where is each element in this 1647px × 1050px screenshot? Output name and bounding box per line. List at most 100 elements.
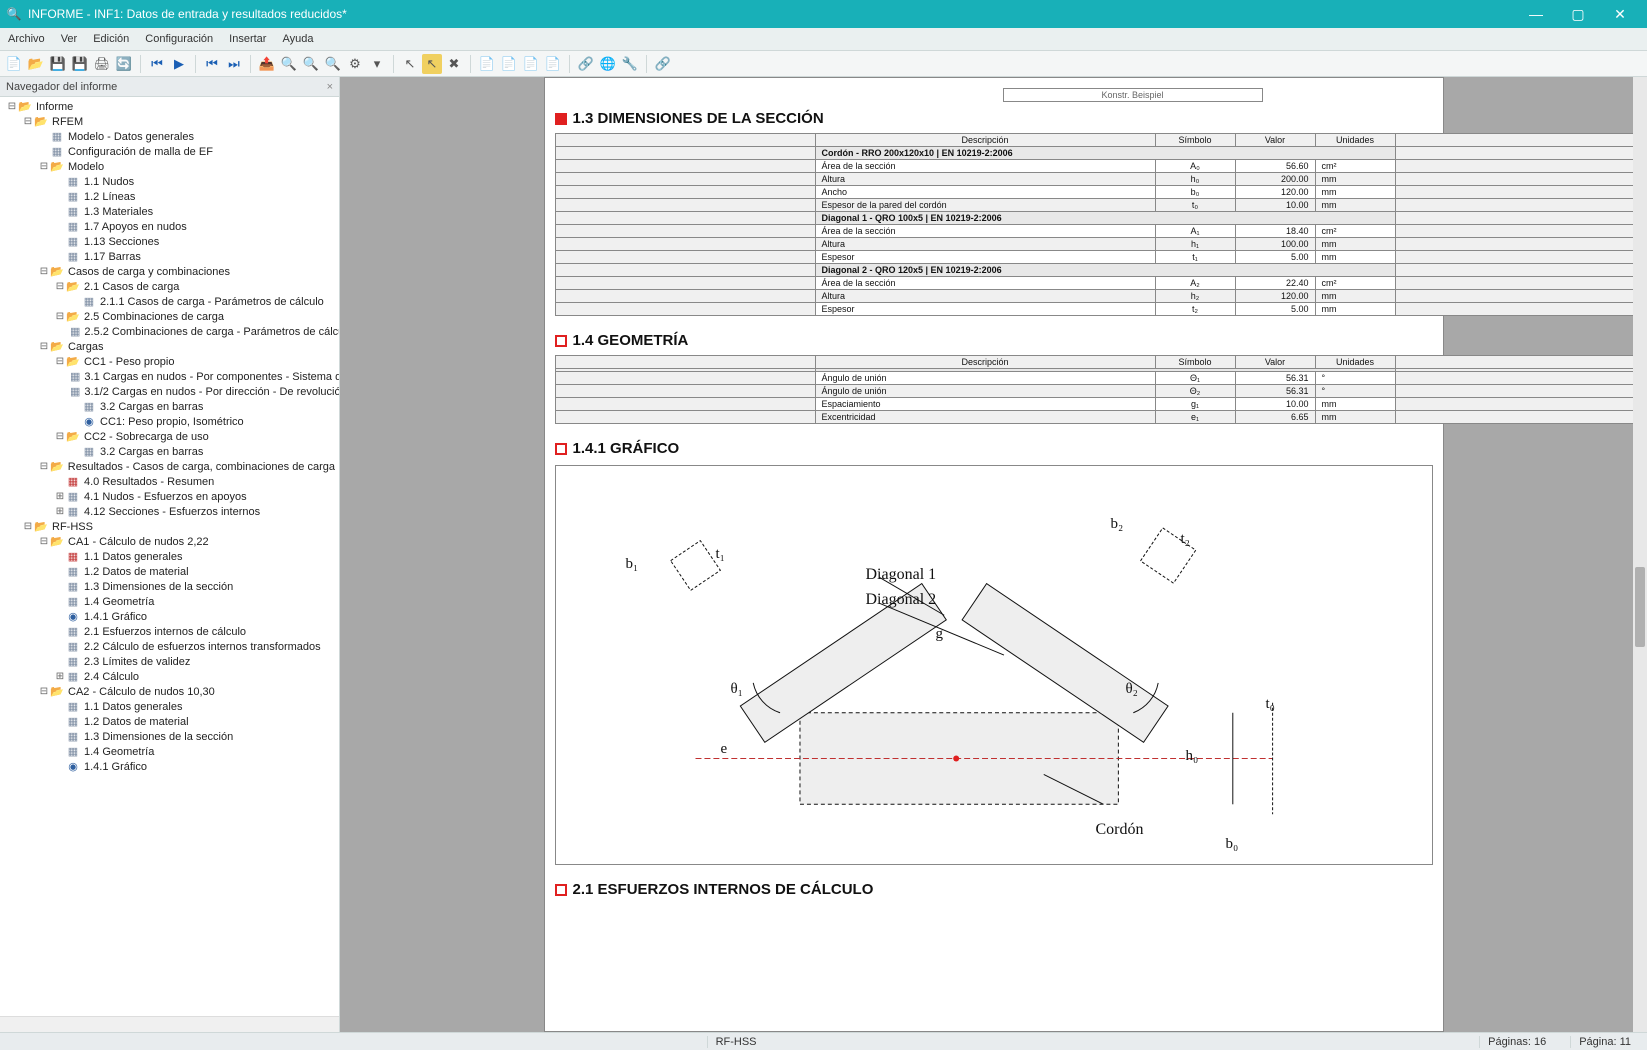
navigator-close-icon[interactable]: ×: [327, 81, 333, 93]
tree-item[interactable]: ▦2.3 Límites de validez: [0, 654, 339, 669]
tree-twisty-icon[interactable]: ⊟: [38, 536, 50, 547]
tree-item[interactable]: ⊟📂CA1 - Cálculo de nudos 2,22: [0, 534, 339, 549]
tree-item[interactable]: ▦Modelo - Datos generales: [0, 129, 339, 144]
menu-insertar[interactable]: Insertar: [221, 28, 274, 50]
tree-item[interactable]: ⊟📂2.5 Combinaciones de carga: [0, 309, 339, 324]
menu-configuracion[interactable]: Configuración: [137, 28, 221, 50]
save-icon[interactable]: 💾: [48, 54, 68, 74]
zoom-fit-icon[interactable]: 🔍: [279, 54, 299, 74]
tree-item[interactable]: ▦Configuración de malla de EF: [0, 144, 339, 159]
highlight-icon[interactable]: ↖: [422, 54, 442, 74]
viewer-vscroll[interactable]: [1633, 77, 1647, 1032]
menu-ayuda[interactable]: Ayuda: [274, 28, 321, 50]
zoom-in-icon[interactable]: 🔍: [323, 54, 343, 74]
gear-icon[interactable]: ⚙: [345, 54, 365, 74]
close-button[interactable]: ✕: [1599, 0, 1641, 28]
tree-item[interactable]: ▦3.2 Cargas en barras: [0, 399, 339, 414]
remove-icon[interactable]: ✖: [444, 54, 464, 74]
tree-item[interactable]: ⊞▦2.4 Cálculo: [0, 669, 339, 684]
menu-ver[interactable]: Ver: [53, 28, 86, 50]
tree-item[interactable]: ▦1.3 Dimensiones de la sección: [0, 729, 339, 744]
page-first-icon[interactable]: ⏮: [202, 54, 222, 74]
tree-twisty-icon[interactable]: ⊟: [22, 521, 34, 532]
tree-twisty-icon[interactable]: ⊞: [54, 506, 66, 517]
tree-item[interactable]: ⊟📂Resultados - Casos de carga, combinaci…: [0, 459, 339, 474]
select-icon[interactable]: ↖: [400, 54, 420, 74]
tree-item[interactable]: ▦3.1/2 Cargas en nudos - Por dirección -…: [0, 384, 339, 399]
navigator-tree[interactable]: ⊟📂Informe⊟📂RFEM▦Modelo - Datos generales…: [0, 97, 339, 1016]
tree-twisty-icon[interactable]: ⊟: [38, 266, 50, 277]
tree-twisty-icon[interactable]: ⊟: [38, 461, 50, 472]
tree-item[interactable]: ⊟📂CC1 - Peso propio: [0, 354, 339, 369]
tree-twisty-icon[interactable]: ⊟: [6, 101, 18, 112]
tree-item[interactable]: ▦1.7 Apoyos en nudos: [0, 219, 339, 234]
tree-item[interactable]: ⊞▦4.12 Secciones - Esfuerzos internos: [0, 504, 339, 519]
menu-edicion[interactable]: Edición: [85, 28, 137, 50]
doc4-icon[interactable]: 📄: [543, 54, 563, 74]
tree-item[interactable]: ⊟📂Informe: [0, 99, 339, 114]
tree-item[interactable]: ▦3.1 Cargas en nudos - Por componentes -…: [0, 369, 339, 384]
tree-item[interactable]: ▦1.1 Datos generales: [0, 549, 339, 564]
tree-item[interactable]: ⊞▦4.1 Nudos - Esfuerzos en apoyos: [0, 489, 339, 504]
zoom-out-icon[interactable]: 🔍: [301, 54, 321, 74]
link-icon[interactable]: 🔗: [576, 54, 596, 74]
doc3-icon[interactable]: 📄: [521, 54, 541, 74]
tree-item[interactable]: ⊟📂RF-HSS: [0, 519, 339, 534]
menu-archivo[interactable]: Archivo: [0, 28, 53, 50]
tree-item[interactable]: ▦1.2 Datos de material: [0, 564, 339, 579]
doc2-icon[interactable]: 📄: [499, 54, 519, 74]
tree-item[interactable]: ▦1.2 Datos de material: [0, 714, 339, 729]
navigator-hscroll[interactable]: [0, 1016, 339, 1032]
tree-item[interactable]: ▦1.4 Geometría: [0, 594, 339, 609]
tree-item[interactable]: ⊟📂Modelo: [0, 159, 339, 174]
new-icon[interactable]: 📄: [4, 54, 24, 74]
tree-item[interactable]: ⊟📂CC2 - Sobrecarga de uso: [0, 429, 339, 444]
tree-twisty-icon[interactable]: ⊞: [54, 491, 66, 502]
saveas-icon[interactable]: 💾: [70, 54, 90, 74]
tree-item[interactable]: ▦3.2 Cargas en barras: [0, 444, 339, 459]
tree-item[interactable]: ⊟📂2.1 Casos de carga: [0, 279, 339, 294]
tree-item[interactable]: ▦2.1 Esfuerzos internos de cálculo: [0, 624, 339, 639]
tree-twisty-icon[interactable]: ⊟: [38, 161, 50, 172]
misc-icon[interactable]: 🔧: [620, 54, 640, 74]
tree-twisty-icon[interactable]: ⊞: [54, 671, 66, 682]
breaklink-icon[interactable]: 🔗: [653, 54, 673, 74]
tree-item[interactable]: ◉CC1: Peso propio, Isométrico: [0, 414, 339, 429]
export-icon[interactable]: 📤: [257, 54, 277, 74]
tree-item[interactable]: ▦1.1 Nudos: [0, 174, 339, 189]
tree-item[interactable]: ▦1.4 Geometría: [0, 744, 339, 759]
nav-prev-icon[interactable]: ▶: [169, 54, 189, 74]
dropdown-icon[interactable]: ▾: [367, 54, 387, 74]
tree-item[interactable]: ⊟📂Casos de carga y combinaciones: [0, 264, 339, 279]
tree-item[interactable]: ▦1.3 Dimensiones de la sección: [0, 579, 339, 594]
tree-twisty-icon[interactable]: ⊟: [22, 116, 34, 127]
tree-twisty-icon[interactable]: ⊟: [54, 356, 66, 367]
tree-item[interactable]: ▦2.5.2 Combinaciones de carga - Parámetr…: [0, 324, 339, 339]
tree-item[interactable]: ▦4.0 Resultados - Resumen: [0, 474, 339, 489]
tree-twisty-icon[interactable]: ⊟: [54, 281, 66, 292]
tree-item[interactable]: ▦1.2 Líneas: [0, 189, 339, 204]
globe-icon[interactable]: 🌐: [598, 54, 618, 74]
page-last-icon[interactable]: ⏭: [224, 54, 244, 74]
tree-twisty-icon[interactable]: ⊟: [54, 431, 66, 442]
tree-twisty-icon[interactable]: ⊟: [54, 311, 66, 322]
tree-item[interactable]: ▦1.1 Datos generales: [0, 699, 339, 714]
tree-item[interactable]: ▦2.1.1 Casos de carga - Parámetros de cá…: [0, 294, 339, 309]
tree-twisty-icon[interactable]: ⊟: [38, 341, 50, 352]
minimize-button[interactable]: —: [1515, 0, 1557, 28]
tree-item[interactable]: ▦2.2 Cálculo de esfuerzos internos trans…: [0, 639, 339, 654]
doc1-icon[interactable]: 📄: [477, 54, 497, 74]
tree-item[interactable]: ⊟📂Cargas: [0, 339, 339, 354]
tree-item[interactable]: ◉1.4.1 Gráfico: [0, 609, 339, 624]
print-icon[interactable]: 🖨: [92, 54, 112, 74]
open-icon[interactable]: 📂: [26, 54, 46, 74]
tree-item[interactable]: ▦1.3 Materiales: [0, 204, 339, 219]
tree-item[interactable]: ▦1.13 Secciones: [0, 234, 339, 249]
nav-first-icon[interactable]: ⏮: [147, 54, 167, 74]
tree-item[interactable]: ⊟📂RFEM: [0, 114, 339, 129]
tree-item[interactable]: ▦1.17 Barras: [0, 249, 339, 264]
tree-twisty-icon[interactable]: ⊟: [38, 686, 50, 697]
maximize-button[interactable]: ▢: [1557, 0, 1599, 28]
tree-item[interactable]: ◉1.4.1 Gráfico: [0, 759, 339, 774]
tree-item[interactable]: ⊟📂CA2 - Cálculo de nudos 10,30: [0, 684, 339, 699]
